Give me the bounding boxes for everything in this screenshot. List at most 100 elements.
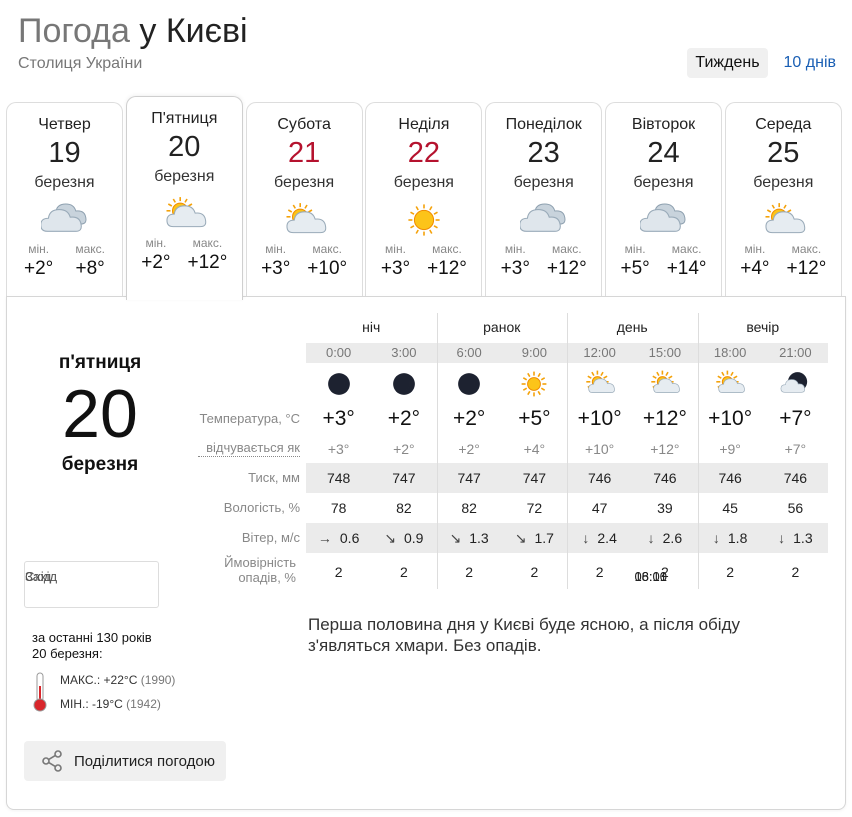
period-header: ранок [483,319,521,335]
hour-temp-cell: +2° [437,403,502,435]
max-label: макс. [671,242,702,256]
row-label-precip: Ймовірність опадів, % [224,555,296,585]
day-tab-month: березня [154,168,215,185]
moon-icon [437,365,502,403]
hour-pressure-cell: 746 [697,463,763,493]
period-divider [567,313,568,589]
max-temp: +12° [786,258,827,279]
hour-feels: +9° [719,441,741,457]
hour-precip-cell: 2 [371,553,436,591]
history-line-2: 20 березня: [32,646,103,661]
min-temp: +2° [141,252,171,273]
row-icon [186,365,828,403]
period-divider [697,313,699,589]
day-tab[interactable]: П'ятниця 20 березня мін. +2° макс. +12° [125,96,243,300]
cloudy-icon [39,200,89,240]
sun-cloud-icon [698,365,763,403]
selected-day: п'ятниця 20 березня [30,352,170,476]
hour-humidity-cell: 72 [502,493,567,523]
hour-feels-cell: +10° [567,435,632,463]
hour-wind: 2.4 [597,530,617,546]
day-tab[interactable]: Середа 25 березня мін. +4° макс. +12° [724,102,842,298]
day-tab-temps: мін. +3° макс. +10° [247,242,362,280]
hour-precip: 2 [399,564,408,580]
day-tab[interactable]: Субота 21 березня мін. +3° макс. +10° [245,102,363,298]
cloudy-icon [638,200,688,240]
min-temp: +3° [261,258,291,279]
day-tab[interactable]: Вівторок 24 березня мін. +5° макс. +14° [605,102,722,298]
hour-pressure-cell: 747 [371,463,437,493]
hour-feels: +12° [650,441,680,457]
hour-feels: +2° [393,441,415,457]
day-tab-min: мін. +2° [24,242,53,280]
min-temp: +5° [620,258,650,279]
day-tab-month: березня [753,174,814,191]
wind-direction-icon: ↘ [384,529,396,546]
sunset-label: Захід [25,569,58,584]
day-tab-max: макс. +14° [667,242,707,280]
row-label-humidity: Вологість, % [223,500,300,515]
selected-weekday: п'ятниця [58,352,142,373]
max-temp: +10° [307,258,348,279]
wind-direction-icon: ↘ [514,529,527,546]
row-label-pressure: Тиск, мм [248,470,300,485]
hour-pressure: 746 [718,470,742,486]
hour-temp-cell: +3° [306,403,371,435]
hour-wind-cell: ↘ 1.7 [501,523,567,553]
max-label: макс. [551,242,582,256]
hour-pressure: 747 [457,470,481,486]
row-humidity: Вологість, % 78 82 82 72 47 39 45 56 [186,493,828,523]
hour-humidity: 56 [787,500,804,516]
wind-direction-icon: ↓ [778,530,786,546]
history-max: МАКС.: +22°C (1990) [60,673,175,687]
hour-temp: +2° [452,407,486,430]
hour-wind: 0.6 [339,530,360,546]
hour-pressure-cell: 748 [306,463,372,493]
hour-label: 0:00 [325,345,352,360]
wind-direction-icon: ↓ [647,530,655,546]
day-tab-max: макс. +12° [786,242,826,280]
day-tab-month: березня [34,174,95,191]
moon-icon [371,365,436,403]
day-tab-date: 24 [647,137,680,169]
hour-temp-cell: +10° [698,403,763,435]
hour-precip-cell: 2 [502,553,567,591]
hour-pressure-cell: 746 [632,463,698,493]
hour-precip-cell: 2 [698,553,763,591]
hour-precip-cell: 2 [763,553,828,591]
tab-10-days[interactable]: 10 днів [776,48,844,78]
share-button[interactable]: Поділитися погодою [24,741,226,781]
hour-feels: +10° [584,441,615,457]
hour-precip-cell: 2 [632,553,697,591]
history-heading: за останні 130 років 20 березня: [32,630,152,662]
day-tab-weekday: Середа [755,116,812,133]
sun-cloud-icon [160,194,208,234]
hour-precip: 2 [334,564,343,580]
min-temp: +4° [740,258,770,279]
tab-week[interactable]: Тиждень [687,48,768,78]
history-min-value: -19°C [92,697,123,711]
row-label-feels[interactable]: відчувається як [198,440,300,457]
hour-label: 3:00 [391,345,417,360]
max-temp: +12° [546,258,587,279]
day-tab-weekday: П'ятниця [151,110,218,127]
hour-pressure-cell: 747 [436,463,502,493]
sun-icon [400,200,448,240]
hour-pressure-cell: 747 [501,463,567,493]
day-tab-month: березня [513,174,574,191]
day-tab[interactable]: Понеділок 23 березня мін. +3° макс. +12° [485,102,603,298]
day-tab[interactable]: Неділя 22 березня мін. +3° макс. +12° [365,102,483,298]
hour-temp: +7° [779,407,812,430]
min-label: мін. [744,242,766,256]
day-tab-month: березня [393,174,454,191]
history-max-label: МАКС.: [60,673,101,687]
history-min-year: (1942) [126,697,161,711]
day-tab-temps: мін. +2° макс. +8° [7,242,122,280]
day-tab-date: 25 [767,137,800,169]
hour-wind: 1.3 [793,530,813,546]
day-tab-min: мін. +2° [141,236,170,274]
day-tab[interactable]: Четвер 19 березня мін. +2° макс. +8° [6,102,123,298]
hour-humidity: 47 [591,500,608,516]
page-title: Погода у Києві [18,10,248,52]
day-tab-max: макс. +12° [547,242,587,280]
